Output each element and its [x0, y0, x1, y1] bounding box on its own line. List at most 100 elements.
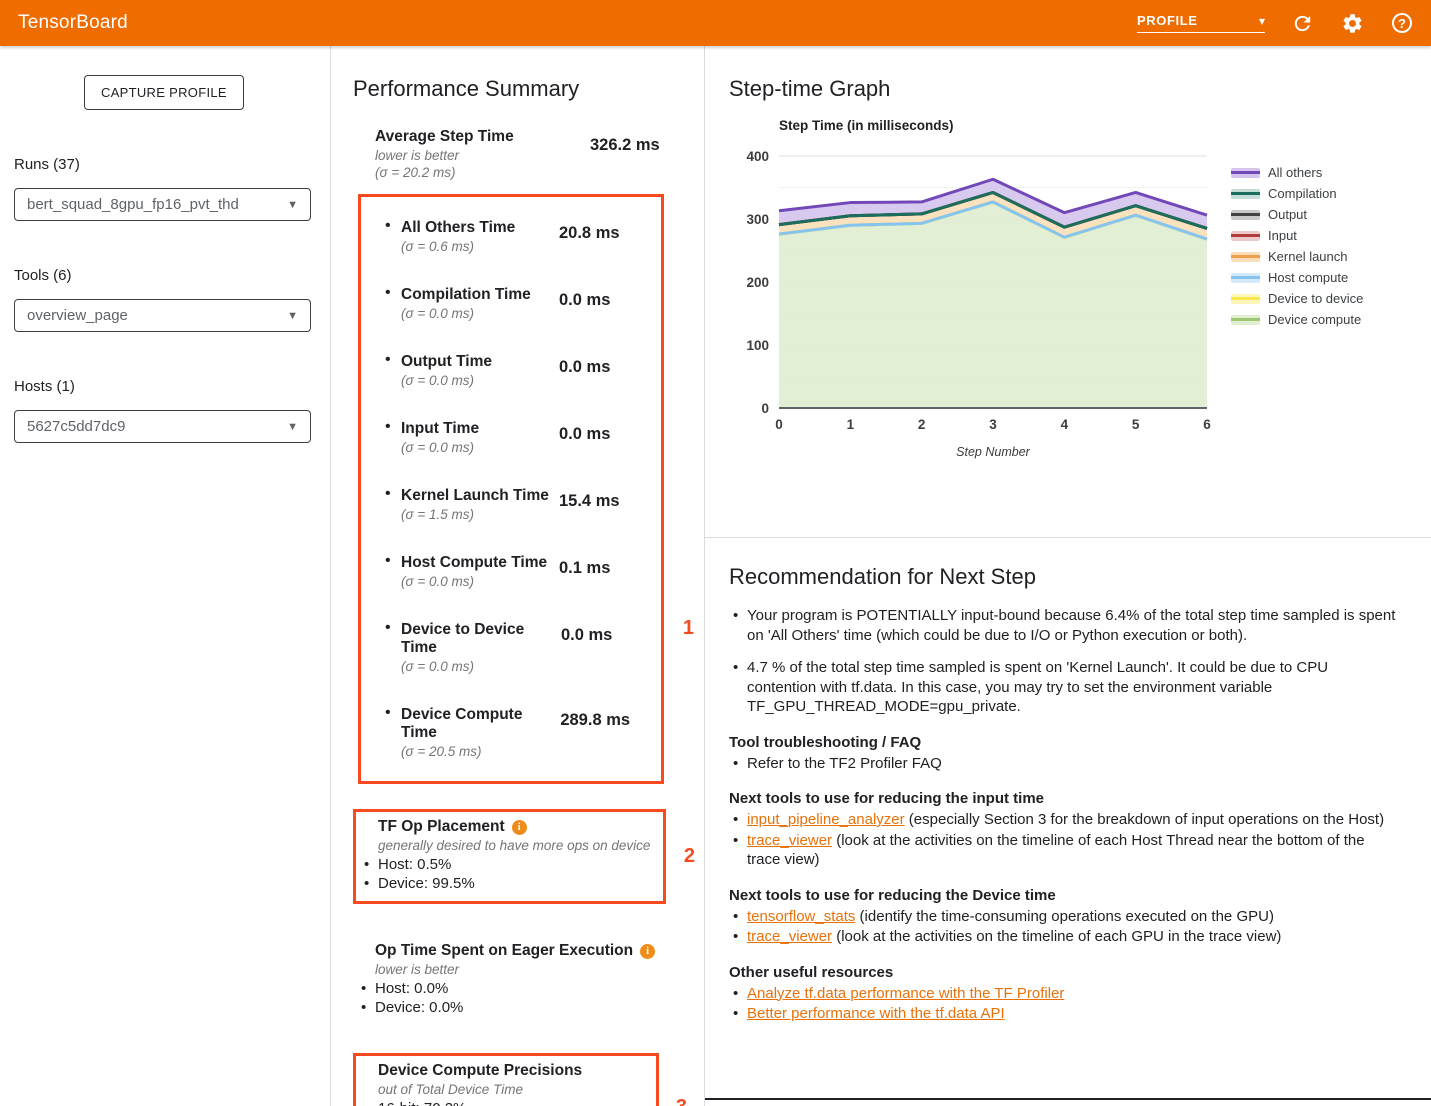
performance-summary-card: Performance Summary Average Step Time lo…	[331, 46, 705, 1106]
link-trace-viewer[interactable]: trace_viewer	[747, 832, 832, 849]
average-step-time-label: Average Step Time	[375, 128, 514, 146]
link-input-pipeline-analyzer[interactable]: input_pipeline_analyzer	[747, 811, 905, 828]
recommendation-section-heading: Tool troubleshooting / FAQ	[729, 734, 1407, 751]
step-time-graph-card: Step-time Graph 01002003004000123456Step…	[705, 46, 1431, 538]
hosts-select-value: 5627c5dd7dc9	[27, 418, 125, 435]
annotated-region-2: TF Op Placementi generally desired to ha…	[353, 809, 666, 904]
tools-label: Tools (6)	[14, 267, 330, 284]
recommendation-title: Recommendation for Next Step	[729, 564, 1407, 590]
average-step-time-value: 326.2 ms	[590, 128, 685, 180]
svg-text:300: 300	[746, 212, 769, 227]
summary-item-label: Device to Device Time	[401, 621, 561, 657]
hosts-select[interactable]: 5627c5dd7dc9 ▼	[14, 410, 311, 443]
chart-legend: All othersCompilationOutputInputKernel l…	[1231, 162, 1363, 462]
svg-text:Step Number: Step Number	[956, 445, 1030, 459]
summary-item: Host Compute Time(σ = 0.0 ms)0.1 ms	[361, 538, 661, 605]
dashboard-select[interactable]: PROFILE ▾	[1137, 13, 1265, 33]
legend-swatch	[1231, 315, 1260, 325]
recommendation-text: 4.7 % of the total step time sampled is …	[747, 659, 1328, 715]
link-analyze-tf-data-performance-with-the-tf-[interactable]: Analyze tf.data performance with the TF …	[747, 985, 1064, 1002]
refresh-icon[interactable]	[1289, 10, 1315, 36]
legend-item: Host compute	[1231, 267, 1363, 288]
legend-swatch	[1231, 168, 1260, 178]
legend-item: Input	[1231, 225, 1363, 246]
summary-item-sigma: (σ = 0.0 ms)	[401, 659, 561, 674]
legend-label: Compilation	[1268, 186, 1337, 201]
recommendation-section-heading: Next tools to use for reducing the Devic…	[729, 887, 1407, 904]
annotated-region-1: All Others Time(σ = 0.6 ms)20.8 msCompil…	[358, 194, 664, 784]
summary-item-sigma: (σ = 0.0 ms)	[401, 574, 547, 589]
summary-item: Input Time(σ = 0.0 ms)0.0 ms	[361, 404, 661, 471]
recommendation-section-heading: Next tools to use for reducing the input…	[729, 790, 1407, 807]
tools-select-value: overview_page	[27, 307, 128, 324]
app-header: TensorBoard PROFILE ▾ ?	[0, 0, 1431, 46]
annotation-number-3: 3	[676, 1096, 687, 1106]
tools-select[interactable]: overview_page ▼	[14, 299, 311, 332]
info-icon[interactable]: i	[512, 820, 527, 835]
recommendation-section: Next tools to use for reducing the Devic…	[729, 887, 1407, 947]
content-bottom-divider	[705, 1098, 1431, 1100]
hosts-label: Hosts (1)	[14, 378, 330, 395]
recommendation-text: (identify the time-consuming operations …	[855, 908, 1274, 925]
help-icon[interactable]: ?	[1389, 10, 1415, 36]
recommendation-item: Better performance with the tf.data API	[729, 1004, 1397, 1024]
gear-icon[interactable]	[1339, 10, 1365, 36]
legend-swatch	[1231, 273, 1260, 283]
recommendation-item: input_pipeline_analyzer (especially Sect…	[729, 810, 1397, 830]
chevron-down-icon: ▼	[287, 310, 298, 322]
runs-select[interactable]: bert_squad_8gpu_fp16_pvt_thd ▼	[14, 188, 311, 221]
legend-label: All others	[1268, 165, 1322, 180]
summary-item-value: 289.8 ms	[560, 706, 651, 759]
link-better-performance-with-the-tf-data-api[interactable]: Better performance with the tf.data API	[747, 1005, 1005, 1022]
average-step-time-note: lower is better	[375, 148, 514, 163]
capture-profile-button[interactable]: CAPTURE PROFILE	[84, 75, 244, 110]
svg-text:5: 5	[1132, 417, 1140, 432]
summary-item-value: 0.0 ms	[561, 621, 651, 674]
sidebar: CAPTURE PROFILE Runs (37) bert_squad_8gp…	[0, 46, 331, 1106]
summary-item-sigma: (σ = 20.5 ms)	[401, 744, 560, 759]
recommendation-text: Refer to the TF2 Profiler FAQ	[747, 755, 942, 772]
svg-text:0: 0	[775, 417, 783, 432]
recommendation-section: Next tools to use for reducing the input…	[729, 790, 1407, 870]
chevron-down-icon: ▼	[287, 421, 298, 433]
device-compute-precision-item: 16-bit: 70.2%	[356, 1099, 656, 1106]
legend-label: Kernel launch	[1268, 249, 1348, 264]
recommendation-section: Tool troubleshooting / FAQ Refer to the T…	[729, 734, 1407, 774]
legend-swatch	[1231, 252, 1260, 262]
summary-item-value: 0.0 ms	[559, 353, 651, 388]
summary-item-label: Input Time	[401, 420, 479, 438]
recommendation-section-heading: Other useful resources	[729, 964, 1407, 981]
device-compute-precisions-title: Device Compute Precisions	[378, 1062, 582, 1080]
performance-summary-title: Performance Summary	[353, 76, 704, 102]
summary-item-value: 0.1 ms	[559, 554, 651, 589]
recommendation-item: Analyze tf.data performance with the TF …	[729, 984, 1397, 1004]
legend-swatch	[1231, 210, 1260, 220]
svg-text:0: 0	[761, 401, 769, 416]
legend-item: All others	[1231, 162, 1363, 183]
recommendation-section: Other useful resources Analyze tf.data pe…	[729, 964, 1407, 1024]
dashboard-select-value: PROFILE	[1137, 13, 1198, 28]
svg-text:Step Time (in milliseconds): Step Time (in milliseconds)	[779, 118, 954, 133]
recommendation-text: Your program is POTENTIALLY input-bound …	[747, 607, 1395, 644]
svg-text:1: 1	[847, 417, 855, 432]
app-title: TensorBoard	[18, 12, 128, 34]
eager-execution-note: lower is better	[375, 962, 666, 977]
recommendation-item: Refer to the TF2 Profiler FAQ	[729, 754, 1397, 774]
legend-item: Compilation	[1231, 183, 1363, 204]
tf-op-placement-title: TF Op Placement	[378, 818, 505, 836]
info-icon[interactable]: i	[640, 944, 655, 959]
question-mark-glyph: ?	[1392, 13, 1412, 33]
chevron-down-icon: ▾	[1259, 14, 1265, 28]
chevron-down-icon: ▼	[287, 199, 298, 211]
runs-label: Runs (37)	[14, 156, 330, 173]
eager-execution-section: Op Time Spent on Eager Executioni lower …	[353, 936, 666, 1025]
recommendation-item: 4.7 % of the total step time sampled is …	[729, 658, 1397, 717]
link-tensorflow-stats[interactable]: tensorflow_stats	[747, 908, 855, 925]
recommendation-item: Your program is POTENTIALLY input-bound …	[729, 606, 1397, 645]
link-trace-viewer[interactable]: trace_viewer	[747, 928, 832, 945]
summary-item: Device Compute Time(σ = 20.5 ms)289.8 ms	[361, 690, 661, 775]
summary-item-label: Output Time	[401, 353, 492, 371]
summary-item-value: 0.0 ms	[559, 286, 651, 321]
tf-op-placement-item: Host: 0.5%	[356, 855, 663, 874]
recommendation-item: tensorflow_stats (identify the time-cons…	[729, 907, 1397, 927]
